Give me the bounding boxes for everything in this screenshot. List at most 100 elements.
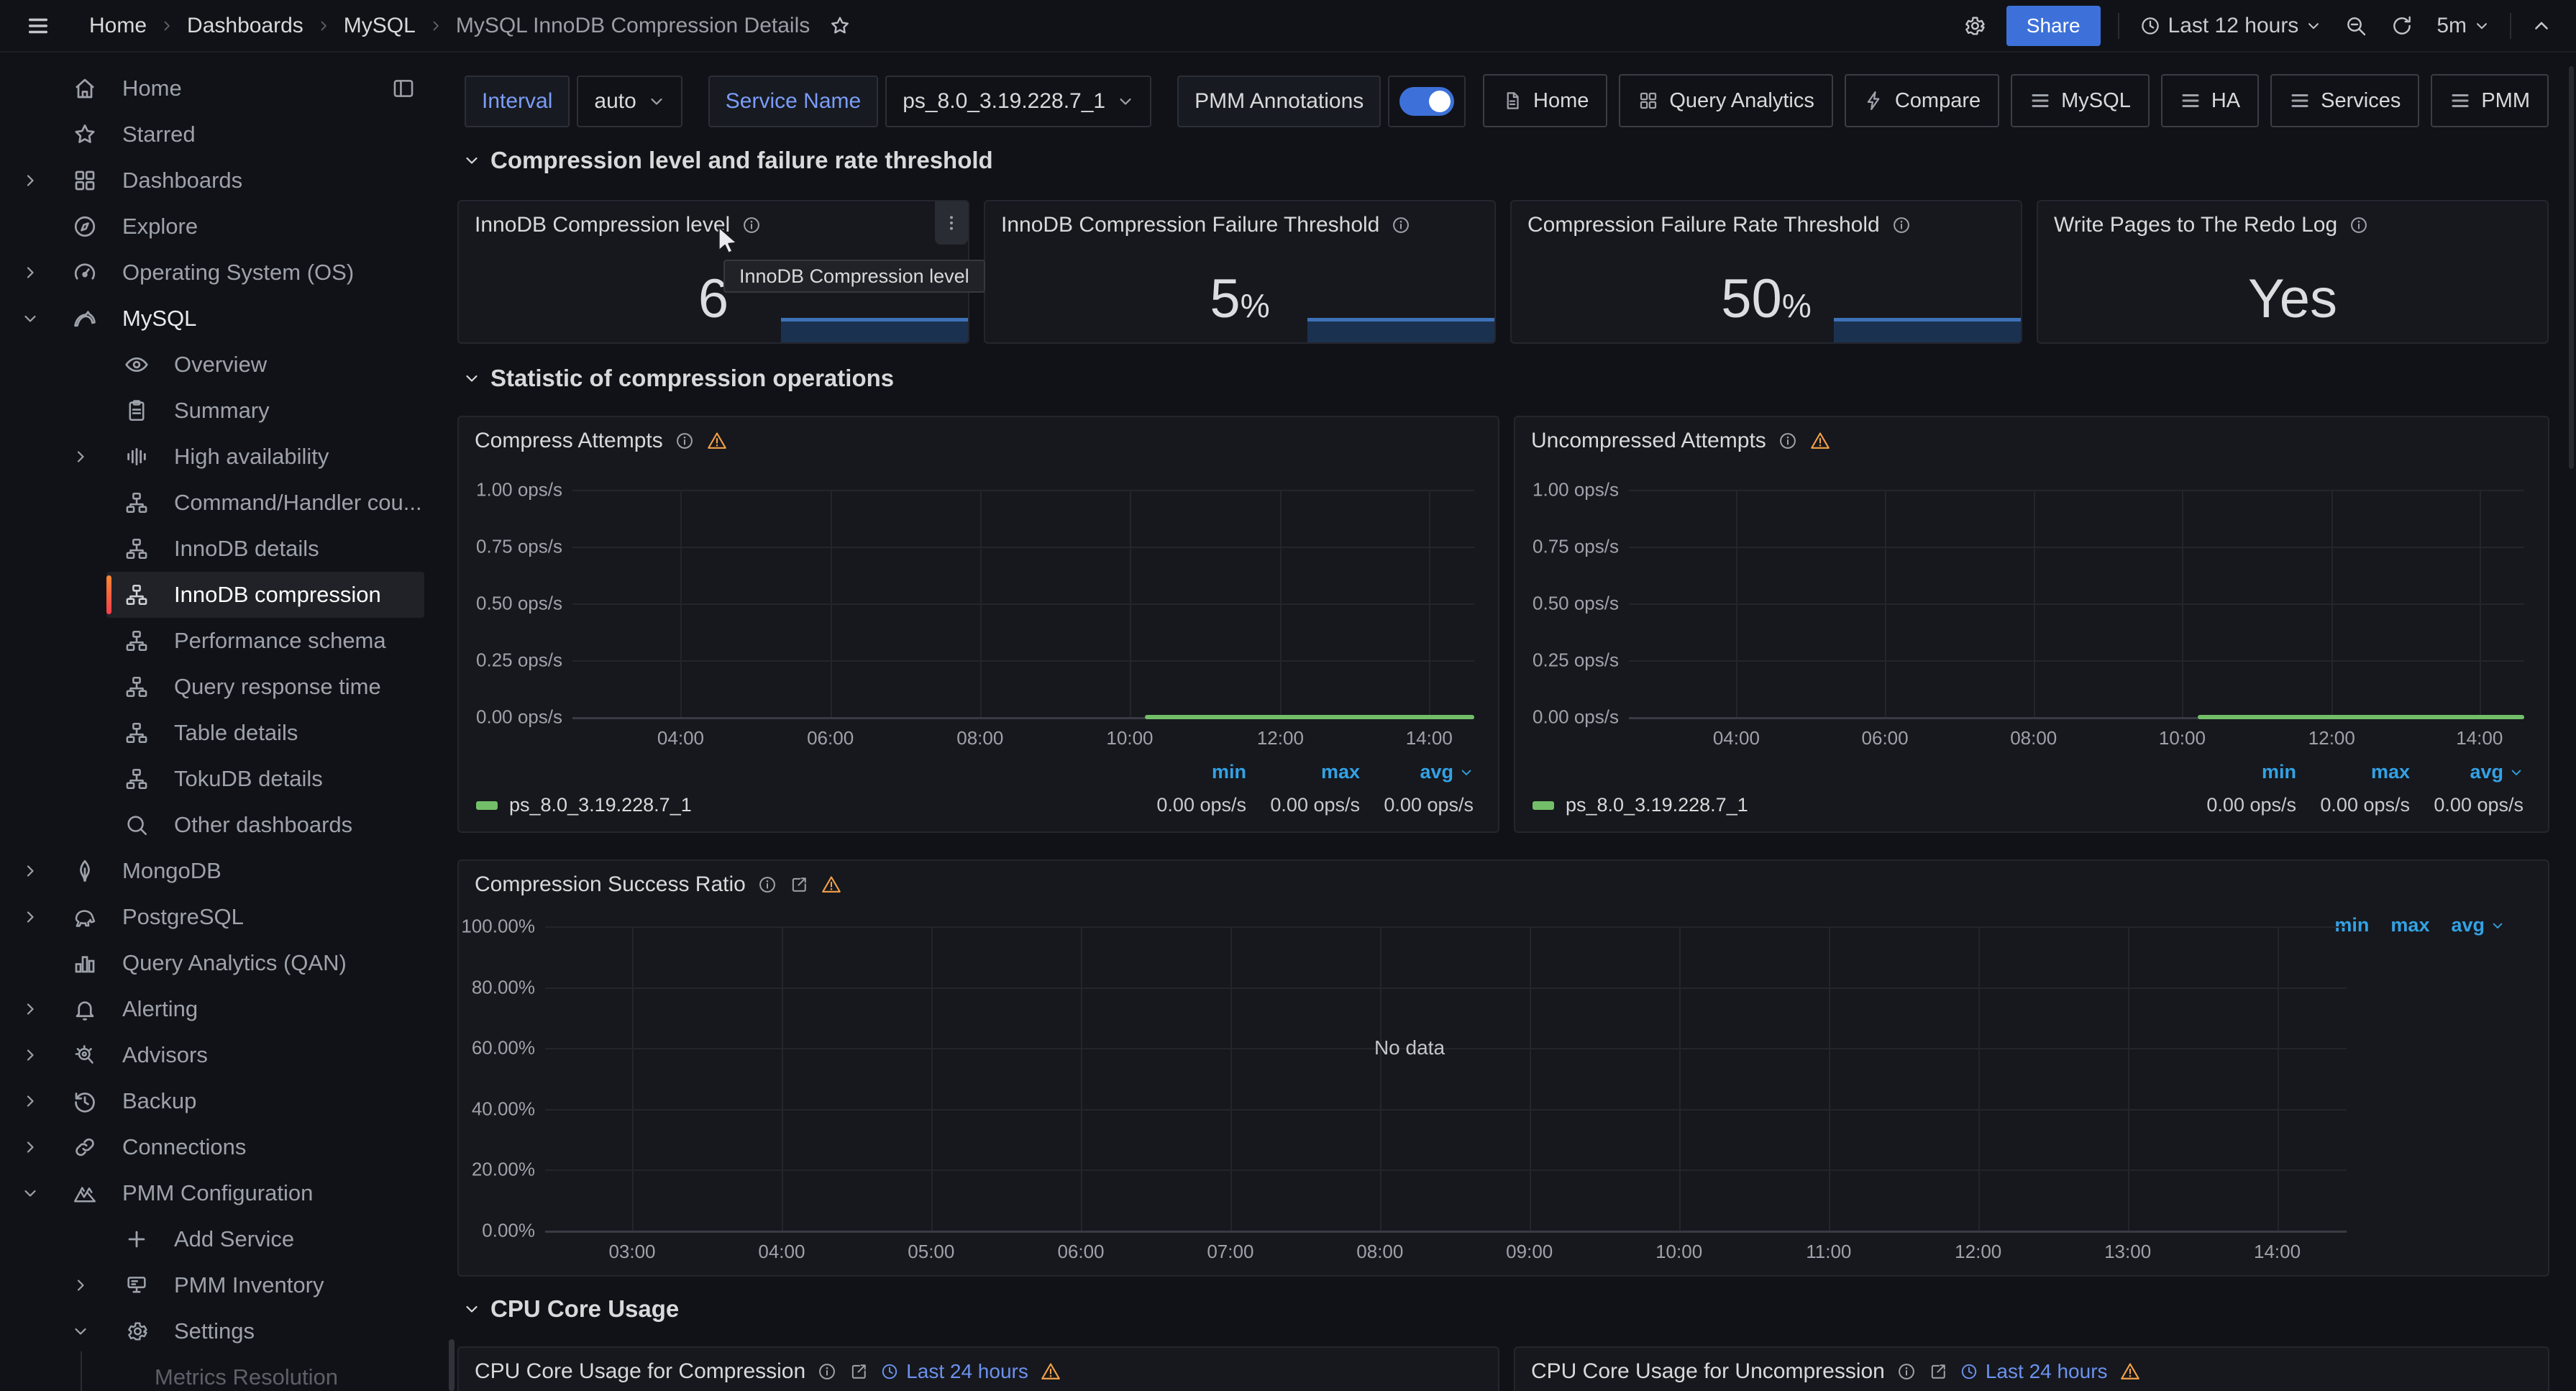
sidebar-item-command-handler[interactable]: Command/Handler cou... <box>0 480 456 526</box>
series-label[interactable]: ps_8.0_3.19.228.7_1 <box>1533 794 2183 816</box>
link-pmm-button[interactable]: PMM <box>2431 74 2549 127</box>
chevron-right-icon[interactable] <box>22 1000 39 1018</box>
sidebar-item-table-details[interactable]: Table details <box>0 710 456 756</box>
breadcrumb-mysql[interactable]: MySQL <box>344 14 416 38</box>
sidebar-item-explore[interactable]: Explore <box>0 204 456 250</box>
sidebar-scrollbar[interactable] <box>449 1339 455 1391</box>
legend-avg[interactable]: avg <box>2451 914 2505 936</box>
sidebar-item-backup[interactable]: Backup <box>0 1078 456 1124</box>
legend-min[interactable]: min <box>2183 761 2296 783</box>
legend-max[interactable]: max <box>2390 914 2429 936</box>
dock-sidebar-icon[interactable] <box>388 73 419 104</box>
chevron-right-icon[interactable] <box>22 1046 39 1064</box>
sidebar-item-advisors[interactable]: Advisors <box>0 1032 456 1078</box>
info-icon[interactable] <box>757 875 777 895</box>
refresh-icon[interactable] <box>2388 12 2416 40</box>
zoom-out-icon[interactable] <box>2342 12 2370 40</box>
link-ha-button[interactable]: HA <box>2161 74 2259 127</box>
legend-avg[interactable]: avg <box>1360 761 1474 783</box>
sidebar-item-starred[interactable]: Starred <box>0 111 456 158</box>
plot-area[interactable]: 04:00 06:00 08:00 10:00 12:00 14:00 <box>572 490 1474 717</box>
info-icon[interactable] <box>675 431 695 451</box>
share-button[interactable]: Share <box>2006 6 2101 46</box>
sidebar-item-innodb-compression[interactable]: InnoDB compression <box>0 572 456 618</box>
external-link-icon[interactable] <box>789 875 809 895</box>
external-link-icon[interactable] <box>1928 1362 1948 1382</box>
legend-min[interactable]: min <box>1133 761 1246 783</box>
chevron-right-icon[interactable] <box>22 172 39 189</box>
sidebar-item-qan[interactable]: Query Analytics (QAN) <box>0 940 456 986</box>
sidebar-item-connections[interactable]: Connections <box>0 1124 456 1170</box>
info-icon[interactable] <box>2349 215 2369 235</box>
chevron-down-icon[interactable] <box>22 310 39 327</box>
sidebar-item-alerting[interactable]: Alerting <box>0 986 456 1032</box>
info-icon[interactable] <box>1778 431 1798 451</box>
time-range-picker[interactable]: Last 12 hours <box>2137 11 2325 41</box>
sidebar-item-dashboards[interactable]: Dashboards <box>0 158 456 204</box>
chevron-right-icon[interactable] <box>22 862 39 880</box>
sidebar-item-postgresql[interactable]: PostgreSQL <box>0 894 456 940</box>
section-cpu-core-usage[interactable]: CPU Core Usage <box>463 1295 679 1323</box>
legend-max[interactable]: max <box>2296 761 2410 783</box>
sidebar-item-overview[interactable]: Overview <box>0 342 456 388</box>
breadcrumb-home[interactable]: Home <box>89 14 147 38</box>
chevron-down-icon[interactable] <box>72 1323 89 1340</box>
warning-icon[interactable] <box>1040 1361 1061 1382</box>
series-label[interactable]: ps_8.0_3.19.228.7_1 <box>476 794 1133 816</box>
sidebar-item-mysql[interactable]: MySQL <box>0 296 456 342</box>
info-icon[interactable] <box>1391 215 1411 235</box>
legend-max[interactable]: max <box>1246 761 1360 783</box>
chevron-right-icon[interactable] <box>22 1139 39 1156</box>
panel-time-override[interactable]: Last 24 hours <box>1960 1360 2108 1383</box>
refresh-interval-picker[interactable]: 5m <box>2434 11 2493 41</box>
panel-menu-icon[interactable] <box>935 201 968 245</box>
warning-icon[interactable] <box>821 874 842 895</box>
pmm-annotations-toggle[interactable] <box>1388 76 1466 127</box>
info-icon[interactable] <box>817 1362 837 1382</box>
main-scrollbar[interactable] <box>2569 66 2574 469</box>
chevron-right-icon[interactable] <box>22 264 39 281</box>
sidebar-item-metrics-resolution[interactable]: Metrics Resolution <box>0 1354 456 1391</box>
external-link-icon[interactable] <box>849 1362 869 1382</box>
chevron-down-icon[interactable] <box>22 1185 39 1202</box>
info-icon[interactable] <box>1896 1362 1917 1382</box>
warning-icon[interactable] <box>706 430 728 452</box>
sidebar-item-summary[interactable]: Summary <box>0 388 456 434</box>
sidebar-item-mongodb[interactable]: MongoDB <box>0 848 456 894</box>
breadcrumb-dashboards[interactable]: Dashboards <box>187 14 303 38</box>
legend-avg[interactable]: avg <box>2410 761 2524 783</box>
sidebar-item-settings[interactable]: Settings <box>0 1308 456 1354</box>
chevron-right-icon[interactable] <box>22 1093 39 1110</box>
menu-icon[interactable] <box>22 9 55 42</box>
star-icon[interactable] <box>826 12 854 40</box>
sidebar-item-pmm-inventory[interactable]: PMM Inventory <box>0 1262 456 1308</box>
chevron-right-icon[interactable] <box>72 448 89 465</box>
link-query-analytics-button[interactable]: Query Analytics <box>1619 74 1832 127</box>
warning-icon[interactable] <box>1809 430 1831 452</box>
sidebar-item-os[interactable]: Operating System (OS) <box>0 250 456 296</box>
service-name-select[interactable]: ps_8.0_3.19.228.7_1 <box>885 76 1151 127</box>
link-compare-button[interactable]: Compare <box>1845 74 1999 127</box>
sidebar-item-query-response-time[interactable]: Query response time <box>0 664 456 710</box>
sidebar-item-home[interactable]: Home <box>0 65 456 111</box>
chevron-right-icon[interactable] <box>22 908 39 926</box>
info-icon[interactable] <box>1891 215 1912 235</box>
sidebar-item-tokudb-details[interactable]: TokuDB details <box>0 756 456 802</box>
panel-time-override[interactable]: Last 24 hours <box>880 1360 1028 1383</box>
sidebar-item-high-availability[interactable]: High availability <box>0 434 456 480</box>
plot-area[interactable]: 04:00 06:00 08:00 10:00 12:00 14:00 <box>1629 490 2524 717</box>
sidebar-item-add-service[interactable]: Add Service <box>0 1216 456 1262</box>
link-mysql-button[interactable]: MySQL <box>2011 74 2150 127</box>
sidebar-item-other-dashboards[interactable]: Other dashboards <box>0 802 456 848</box>
section-compression-thresholds[interactable]: Compression level and failure rate thres… <box>463 147 993 174</box>
sidebar-item-performance-schema[interactable]: Performance schema <box>0 618 456 664</box>
chevron-right-icon[interactable] <box>72 1277 89 1294</box>
sidebar-item-pmm-configuration[interactable]: PMM Configuration <box>0 1170 456 1216</box>
sidebar-item-innodb-details[interactable]: InnoDB details <box>0 526 456 572</box>
section-compression-statistics[interactable]: Statistic of compression operations <box>463 365 894 392</box>
link-services-button[interactable]: Services <box>2270 74 2419 127</box>
collapse-topbar-icon[interactable] <box>2529 13 2554 39</box>
warning-icon[interactable] <box>2119 1361 2141 1382</box>
interval-select[interactable]: auto <box>577 76 682 127</box>
info-icon[interactable] <box>741 215 762 235</box>
